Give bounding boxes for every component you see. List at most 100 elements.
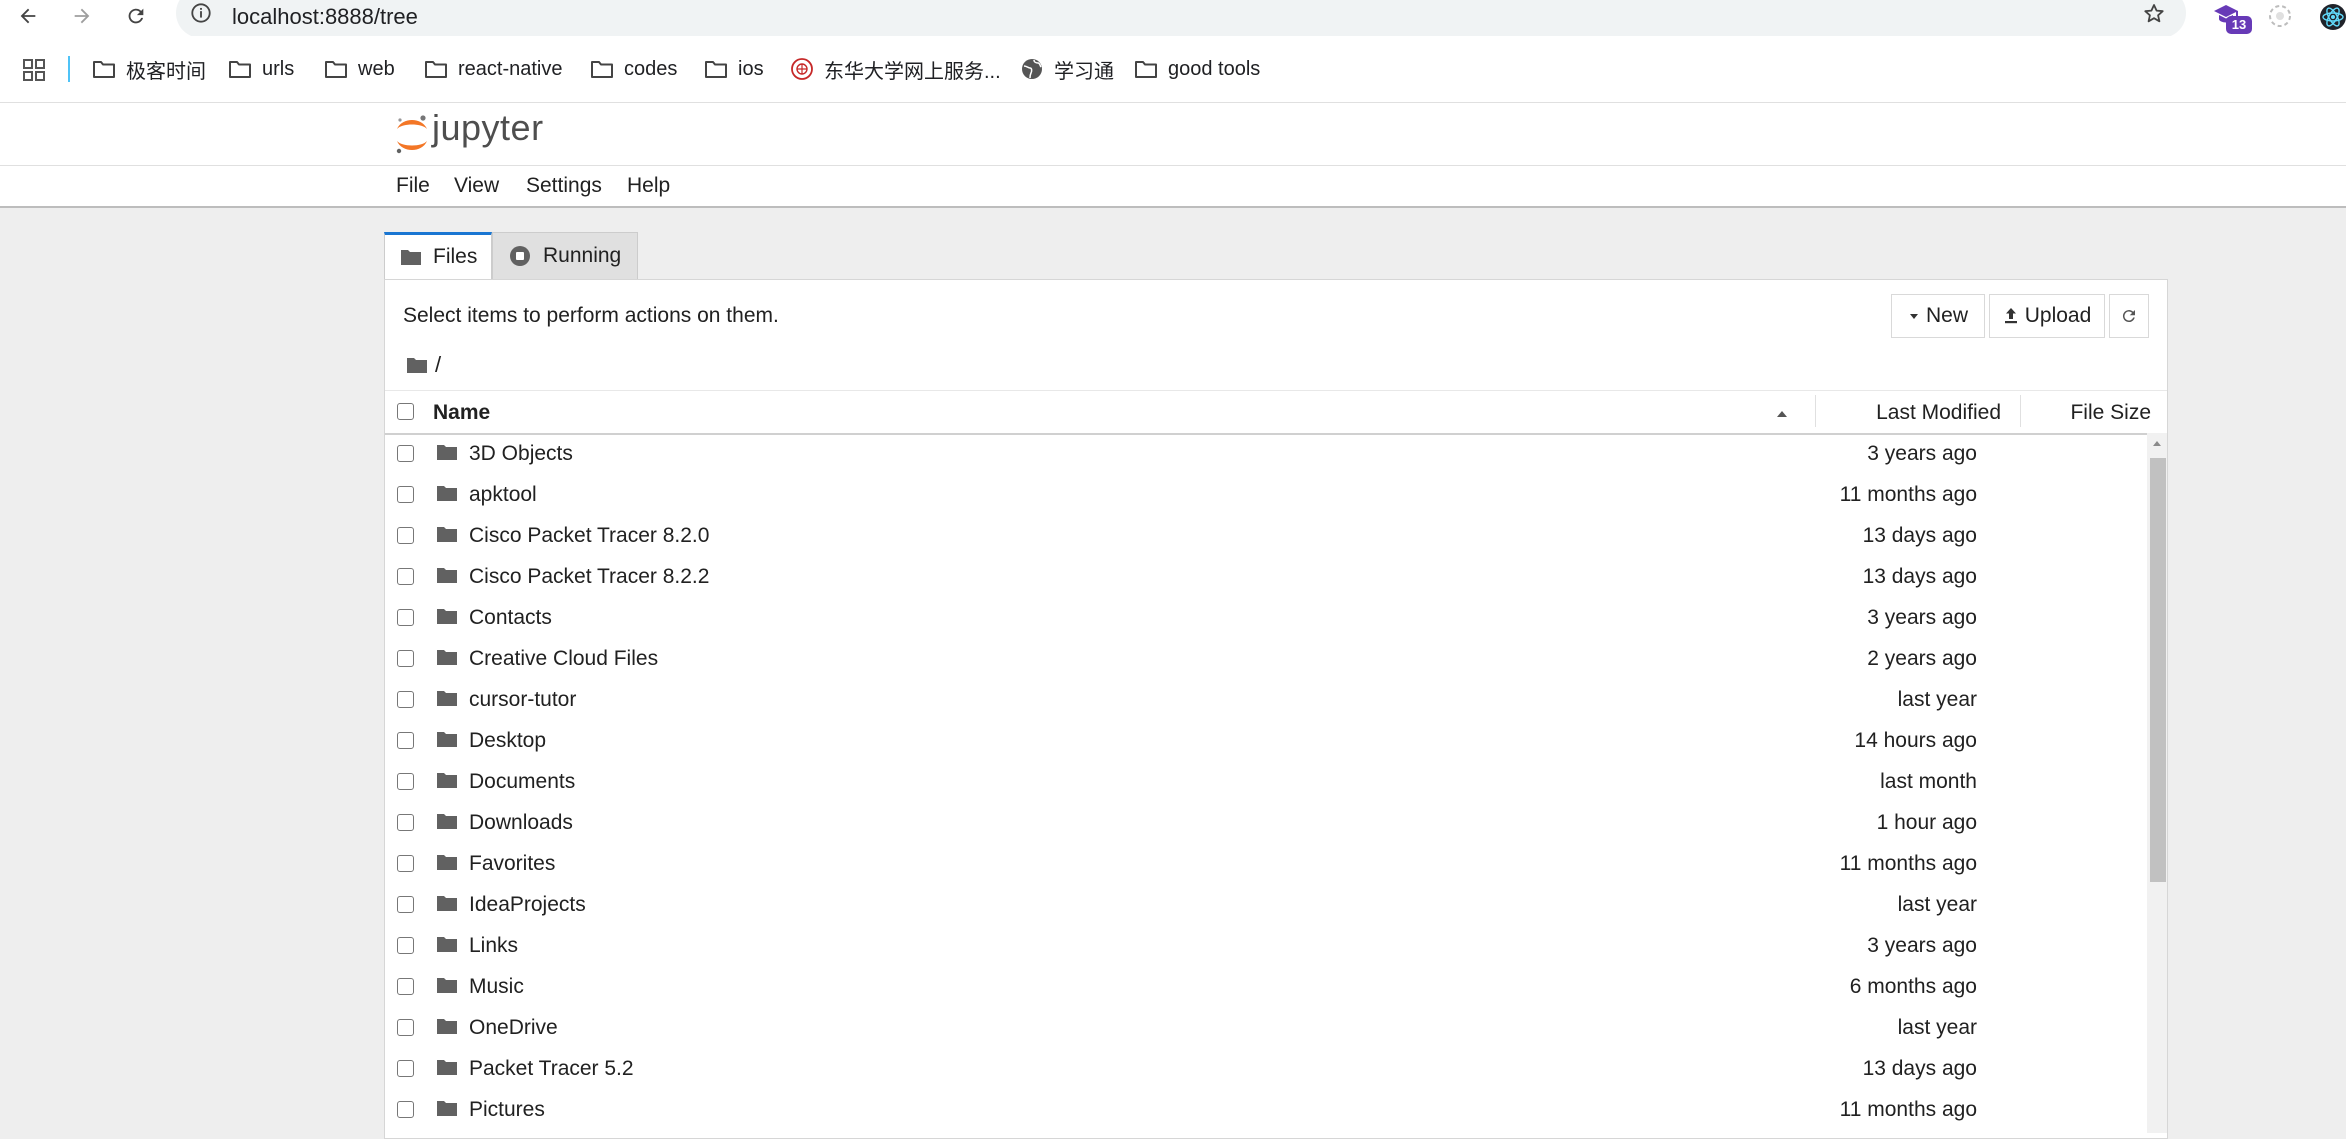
row-checkbox[interactable] <box>397 978 414 995</box>
file-row[interactable]: Pictures 11 months ago <box>385 1089 2153 1130</box>
row-checkbox[interactable] <box>397 568 414 585</box>
row-checkbox[interactable] <box>397 732 414 749</box>
row-checkbox[interactable] <box>397 650 414 667</box>
row-checkbox[interactable] <box>397 1060 414 1077</box>
file-row[interactable]: Downloads 1 hour ago <box>385 802 2153 843</box>
file-modified: 13 days ago <box>1862 1057 1977 1080</box>
column-divider[interactable] <box>1815 395 1816 427</box>
row-checkbox[interactable] <box>397 527 414 544</box>
folder-icon[interactable] <box>407 357 427 373</box>
file-name[interactable]: Creative Cloud Files <box>469 647 658 671</box>
react-devtools-button[interactable] <box>2318 2 2346 32</box>
row-checkbox[interactable] <box>397 773 414 790</box>
breadcrumb-root[interactable]: / <box>435 352 441 378</box>
select-all-checkbox[interactable] <box>397 403 414 420</box>
file-row[interactable]: Desktop 14 hours ago <box>385 720 2153 761</box>
scrollbar-thumb[interactable] <box>2150 458 2166 882</box>
star-icon[interactable] <box>2142 2 2166 26</box>
file-row[interactable]: Packet Tracer 5.2 13 days ago <box>385 1048 2153 1089</box>
file-row[interactable]: Documents last month <box>385 761 2153 802</box>
sort-ascending-icon[interactable] <box>1775 409 1789 419</box>
row-checkbox[interactable] <box>397 486 414 503</box>
file-name[interactable]: OneDrive <box>469 1016 558 1040</box>
file-row[interactable]: Cisco Packet Tracer 8.2.2 13 days ago <box>385 556 2153 597</box>
column-divider[interactable] <box>2020 395 2021 427</box>
bookmark-item[interactable]: react-native <box>424 54 563 84</box>
jupyter-logo-text[interactable]: jupyter <box>432 107 544 149</box>
folder-icon <box>425 61 447 78</box>
file-name[interactable]: Music <box>469 975 524 999</box>
row-checkbox[interactable] <box>397 855 414 872</box>
file-list-header: Name Last Modified File Size <box>385 390 2167 435</box>
bookmark-label: 学习通 <box>1054 60 1114 83</box>
reload-button[interactable] <box>116 0 156 32</box>
bookmark-item[interactable]: codes <box>590 54 677 84</box>
row-checkbox[interactable] <box>397 814 414 831</box>
file-row[interactable]: Contacts 3 years ago <box>385 597 2153 638</box>
file-name[interactable]: Packet Tracer 5.2 <box>469 1057 634 1081</box>
row-checkbox[interactable] <box>397 1101 414 1118</box>
file-row[interactable]: 3D Objects 3 years ago <box>385 433 2153 474</box>
file-name[interactable]: Documents <box>469 770 575 794</box>
file-name[interactable]: apktool <box>469 483 537 507</box>
file-row[interactable]: apktool 11 months ago <box>385 474 2153 515</box>
jupyter-logo-icon[interactable] <box>394 113 430 157</box>
file-row[interactable]: Links 3 years ago <box>385 925 2153 966</box>
file-name[interactable]: Cisco Packet Tracer 8.2.2 <box>469 565 709 589</box>
file-row[interactable]: cursor-tutor last year <box>385 679 2153 720</box>
row-checkbox[interactable] <box>397 691 414 708</box>
file-name[interactable]: Contacts <box>469 606 552 630</box>
column-file-size[interactable]: File Size <box>2070 401 2151 425</box>
tab-running[interactable]: Running <box>492 232 638 279</box>
new-button[interactable]: New <box>1891 294 1985 338</box>
file-row[interactable]: Cisco Packet Tracer 8.2.0 13 days ago <box>385 515 2153 556</box>
apps-grid-icon[interactable] <box>22 58 46 82</box>
file-row[interactable]: Creative Cloud Files 2 years ago <box>385 638 2153 679</box>
column-last-modified[interactable]: Last Modified <box>1876 401 2001 425</box>
bookmark-item[interactable]: web <box>324 54 395 84</box>
bookmark-label: urls <box>262 57 295 80</box>
column-name[interactable]: Name <box>433 401 490 425</box>
url-text[interactable]: localhost:8888/tree <box>232 4 418 30</box>
row-checkbox[interactable] <box>397 937 414 954</box>
file-name[interactable]: IdeaProjects <box>469 893 586 917</box>
file-name[interactable]: cursor-tutor <box>469 688 576 712</box>
file-modified: 3 years ago <box>1867 442 1977 465</box>
tab-files[interactable]: Files <box>384 232 492 279</box>
row-checkbox[interactable] <box>397 1019 414 1036</box>
bookmark-item[interactable]: 极客时间 <box>92 54 206 84</box>
back-button[interactable] <box>8 0 48 32</box>
row-checkbox[interactable] <box>397 609 414 626</box>
file-row[interactable]: Favorites 11 months ago <box>385 843 2153 884</box>
file-name[interactable]: Pictures <box>469 1098 545 1122</box>
file-name[interactable]: Desktop <box>469 729 546 753</box>
refresh-button[interactable] <box>2109 294 2149 338</box>
upload-button[interactable]: Upload <box>1989 294 2105 338</box>
bookmark-item[interactable]: 学习通 <box>1020 54 1114 84</box>
file-name[interactable]: Cisco Packet Tracer 8.2.0 <box>469 524 709 548</box>
menu-view[interactable]: View <box>454 174 499 198</box>
bookmark-item[interactable]: 东华大学网上服务... <box>790 54 1001 84</box>
menu-help[interactable]: Help <box>627 174 670 198</box>
bookmark-item[interactable]: good tools <box>1134 54 1260 84</box>
folder-icon <box>437 773 457 788</box>
file-row[interactable]: IdeaProjects last year <box>385 884 2153 925</box>
row-checkbox[interactable] <box>397 445 414 462</box>
menu-settings[interactable]: Settings <box>526 174 602 198</box>
file-name[interactable]: Favorites <box>469 852 555 876</box>
extension-button-2[interactable] <box>2266 2 2294 30</box>
menu-file[interactable]: File <box>396 174 430 198</box>
info-icon[interactable] <box>190 2 212 24</box>
file-modified: 13 days ago <box>1862 565 1977 588</box>
file-name[interactable]: 3D Objects <box>469 442 573 466</box>
scroll-up-arrow-icon[interactable] <box>2151 438 2163 448</box>
file-row[interactable]: OneDrive last year <box>385 1007 2153 1048</box>
bookmark-item[interactable]: urls <box>228 54 294 84</box>
bookmark-item[interactable]: ios <box>704 54 764 84</box>
address-bar[interactable]: localhost:8888/tree <box>176 0 2186 38</box>
file-name[interactable]: Downloads <box>469 811 573 835</box>
file-row[interactable]: Music 6 months ago <box>385 966 2153 1007</box>
forward-button[interactable] <box>62 0 102 32</box>
file-name[interactable]: Links <box>469 934 518 958</box>
row-checkbox[interactable] <box>397 896 414 913</box>
